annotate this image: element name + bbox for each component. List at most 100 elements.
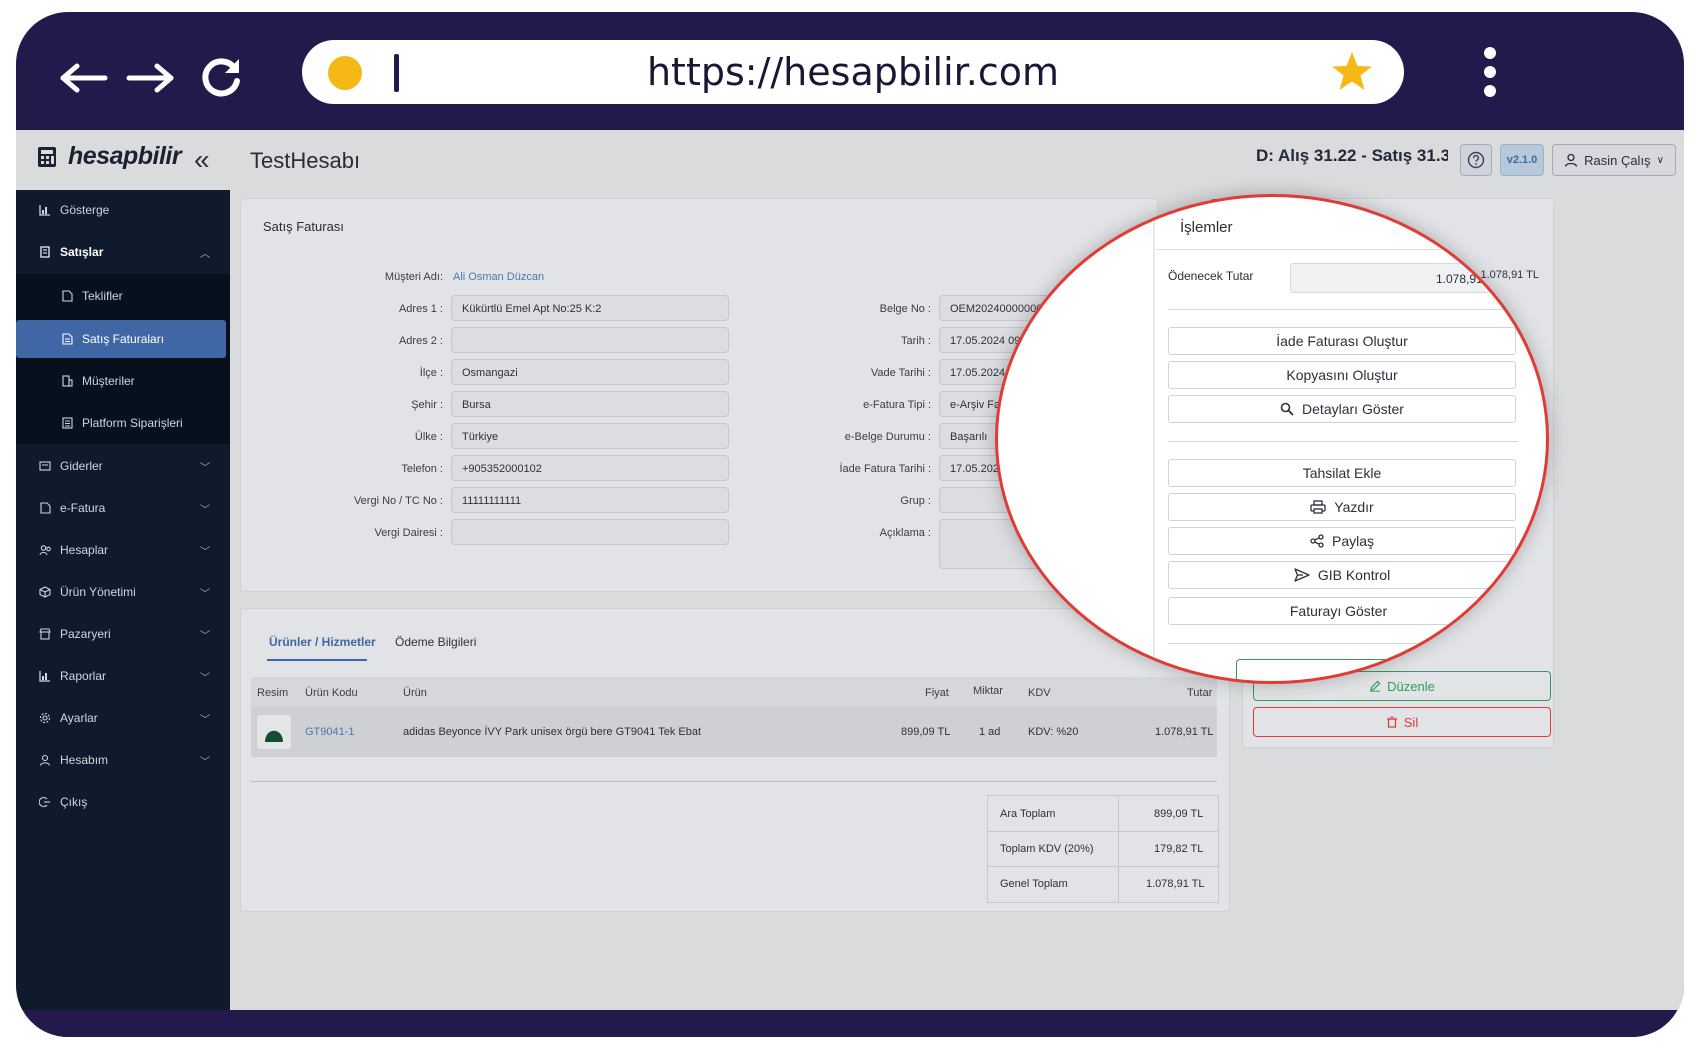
tax-office-field[interactable] xyxy=(451,519,729,545)
sidebar-item-quotes[interactable]: Teklifler xyxy=(16,274,230,318)
city-label: Şehir : xyxy=(411,399,443,411)
group-label: Grup : xyxy=(900,495,931,507)
phone-label: Telefon : xyxy=(401,463,443,475)
chart-icon xyxy=(38,669,52,683)
sidebar-item-label: Ayarlar xyxy=(60,711,98,725)
lens-panel-edge xyxy=(1153,197,1155,681)
create-return-invoice-button[interactable]: İade Faturası Oluştur xyxy=(1168,327,1516,355)
country-field[interactable]: Türkiye xyxy=(451,423,729,449)
tab-payment[interactable]: Ödeme Bilgileri xyxy=(395,635,476,649)
trash-icon xyxy=(1386,716,1397,728)
arrow-left-icon xyxy=(60,63,108,93)
sidebar-item-sales-invoices[interactable]: Satış Faturaları xyxy=(16,320,226,358)
city-field[interactable]: Bursa xyxy=(451,391,729,417)
chevron-down-icon: ﹀ xyxy=(200,672,210,684)
show-details-button[interactable]: Detayları Göster xyxy=(1168,395,1516,423)
address1-field[interactable]: Kükürtlü Emel Apt No:25 K:2 xyxy=(451,295,729,321)
search-icon xyxy=(1280,402,1294,416)
district-field[interactable]: Osmangazi xyxy=(451,359,729,385)
due-date-label: Vade Tarihi : xyxy=(870,367,931,379)
calculator-logo-icon xyxy=(38,146,56,167)
create-copy-button[interactable]: Kopyasını Oluştur xyxy=(1168,361,1516,389)
col-total: Tutar xyxy=(1187,687,1213,699)
sidebar-item-expenses[interactable]: Giderler ﹀ xyxy=(16,446,230,486)
chart-icon xyxy=(38,203,52,217)
sidebar-item-dashboard[interactable]: Gösterge xyxy=(16,190,230,230)
tab-products[interactable]: Ürünler / Hizmetler xyxy=(269,635,376,649)
district-label: İlçe : xyxy=(419,367,443,379)
print-button[interactable]: Yazdır xyxy=(1168,493,1516,521)
vat-total-label: Toplam KDV (20%) xyxy=(1000,843,1094,855)
frame-bottom xyxy=(16,1025,1684,1037)
user-icon xyxy=(38,753,52,767)
sidebar-item-settings[interactable]: Ayarlar ﹀ xyxy=(16,698,230,738)
sidebar-item-marketplace[interactable]: Pazaryeri ﹀ xyxy=(16,614,230,654)
sidebar-item-customers[interactable]: Müşteriler xyxy=(16,360,230,402)
sidebar-item-wrapper: Satış Faturaları xyxy=(16,318,230,360)
address2-label: Adres 2 : xyxy=(398,335,443,347)
more-options-button[interactable]: ··· xyxy=(1508,597,1538,625)
reload-button[interactable] xyxy=(192,48,252,108)
show-details-label: Detayları Göster xyxy=(1302,401,1404,417)
sidebar-item-sales[interactable]: Satışlar ︿ xyxy=(16,232,230,272)
phone-field[interactable]: +905352000102 xyxy=(451,455,729,481)
return-date-label: İade Fatura Tarihi : xyxy=(839,463,931,475)
chevron-down-icon: ﹀ xyxy=(200,630,210,642)
help-button[interactable] xyxy=(1460,144,1492,176)
sidebar-item-logout[interactable]: Çıkış xyxy=(16,782,230,822)
sidebar-item-product-management[interactable]: Ürün Yönetimi ﹀ xyxy=(16,572,230,612)
customer-label: Müşteri Adı: xyxy=(384,271,443,283)
sidebar-item-label: e-Fatura xyxy=(60,501,106,515)
sidebar-item-label: Hesaplar xyxy=(60,543,109,557)
gib-control-button[interactable]: GIB Kontrol xyxy=(1168,561,1516,589)
doc-no-label: Belge No : xyxy=(879,303,931,315)
share-button[interactable]: Paylaş xyxy=(1168,527,1516,555)
share-icon xyxy=(1310,534,1324,548)
col-vat: KDV xyxy=(1028,687,1051,699)
address2-field[interactable] xyxy=(451,327,729,353)
col-code: Ürün Kodu xyxy=(305,687,358,699)
add-payment-button[interactable]: Tahsilat Ekle xyxy=(1168,459,1516,487)
address-bar[interactable]: https://hesapbilir.com xyxy=(302,40,1404,104)
tax-no-field[interactable]: 11111111111 xyxy=(451,487,729,513)
show-invoice-button[interactable]: Faturayı Göster xyxy=(1168,597,1508,625)
date-label: Tarih : xyxy=(901,335,931,347)
document-icon xyxy=(38,245,52,259)
bookmark-star-icon[interactable] xyxy=(1330,50,1374,94)
totals-table: Ara Toplam 899,09 TL Toplam KDV (20%) 17… xyxy=(987,795,1219,903)
operations-title: İşlemler xyxy=(1180,219,1233,236)
table-header: Resim Ürün Kodu Ürün Fiyat Miktar KDV Tu… xyxy=(251,677,1217,707)
sidebar-item-reports[interactable]: Raporlar ﹀ xyxy=(16,656,230,696)
browser-menu-icon[interactable] xyxy=(1470,42,1510,102)
forward-button[interactable] xyxy=(120,48,180,108)
sidebar-item-label: Satışlar xyxy=(60,245,104,259)
table-row[interactable]: GT9041-1 adidas Beyonce İVY Park unisex … xyxy=(251,707,1217,757)
col-product: Ürün xyxy=(403,687,427,699)
chevron-down-icon: ﹀ xyxy=(200,546,210,558)
version-badge: v2.1.0 xyxy=(1500,144,1544,176)
sidebar-item-my-account[interactable]: Hesabım ﹀ xyxy=(16,740,230,780)
product-code-link[interactable]: GT9041-1 xyxy=(305,726,355,738)
tax-no-label: Vergi No / TC No : xyxy=(353,495,443,507)
exchange-rate-ticker: D: Alış 31.22 - Satış 31.3 xyxy=(1256,146,1448,165)
beanie-icon xyxy=(265,730,283,742)
sidebar-item-label: Satış Faturaları xyxy=(82,332,165,346)
product-vat: KDV: %20 xyxy=(1028,726,1079,738)
collapse-sidebar-icon[interactable]: « xyxy=(194,144,210,176)
sidebar-item-label: Hesabım xyxy=(60,753,109,767)
customer-link[interactable]: Ali Osman Düzcan xyxy=(453,271,544,283)
sidebar-item-platform-orders[interactable]: Platform Siparişleri xyxy=(16,402,230,444)
app-logo[interactable]: hesapbilir xyxy=(36,142,182,171)
col-price: Fiyat xyxy=(925,687,949,699)
delete-button[interactable]: Sil xyxy=(1253,707,1551,737)
product-total: 1.078,91 TL xyxy=(1155,726,1214,738)
url-text: https://hesapbilir.com xyxy=(646,50,1060,94)
card-title: Satış Faturası xyxy=(263,219,344,234)
product-thumbnail xyxy=(257,715,291,749)
sidebar-item-accounts[interactable]: Hesaplar ﹀ xyxy=(16,530,230,570)
user-menu-button[interactable]: Rasin Çalış ∨ xyxy=(1552,144,1676,176)
sidebar-item-efatura[interactable]: e-Fatura ﹀ xyxy=(16,488,230,528)
back-button[interactable] xyxy=(54,48,114,108)
create-return-invoice-label: İade Faturası Oluştur xyxy=(1276,333,1408,349)
product-name: adidas Beyonce İVY Park unisex örgü bere… xyxy=(403,726,701,738)
